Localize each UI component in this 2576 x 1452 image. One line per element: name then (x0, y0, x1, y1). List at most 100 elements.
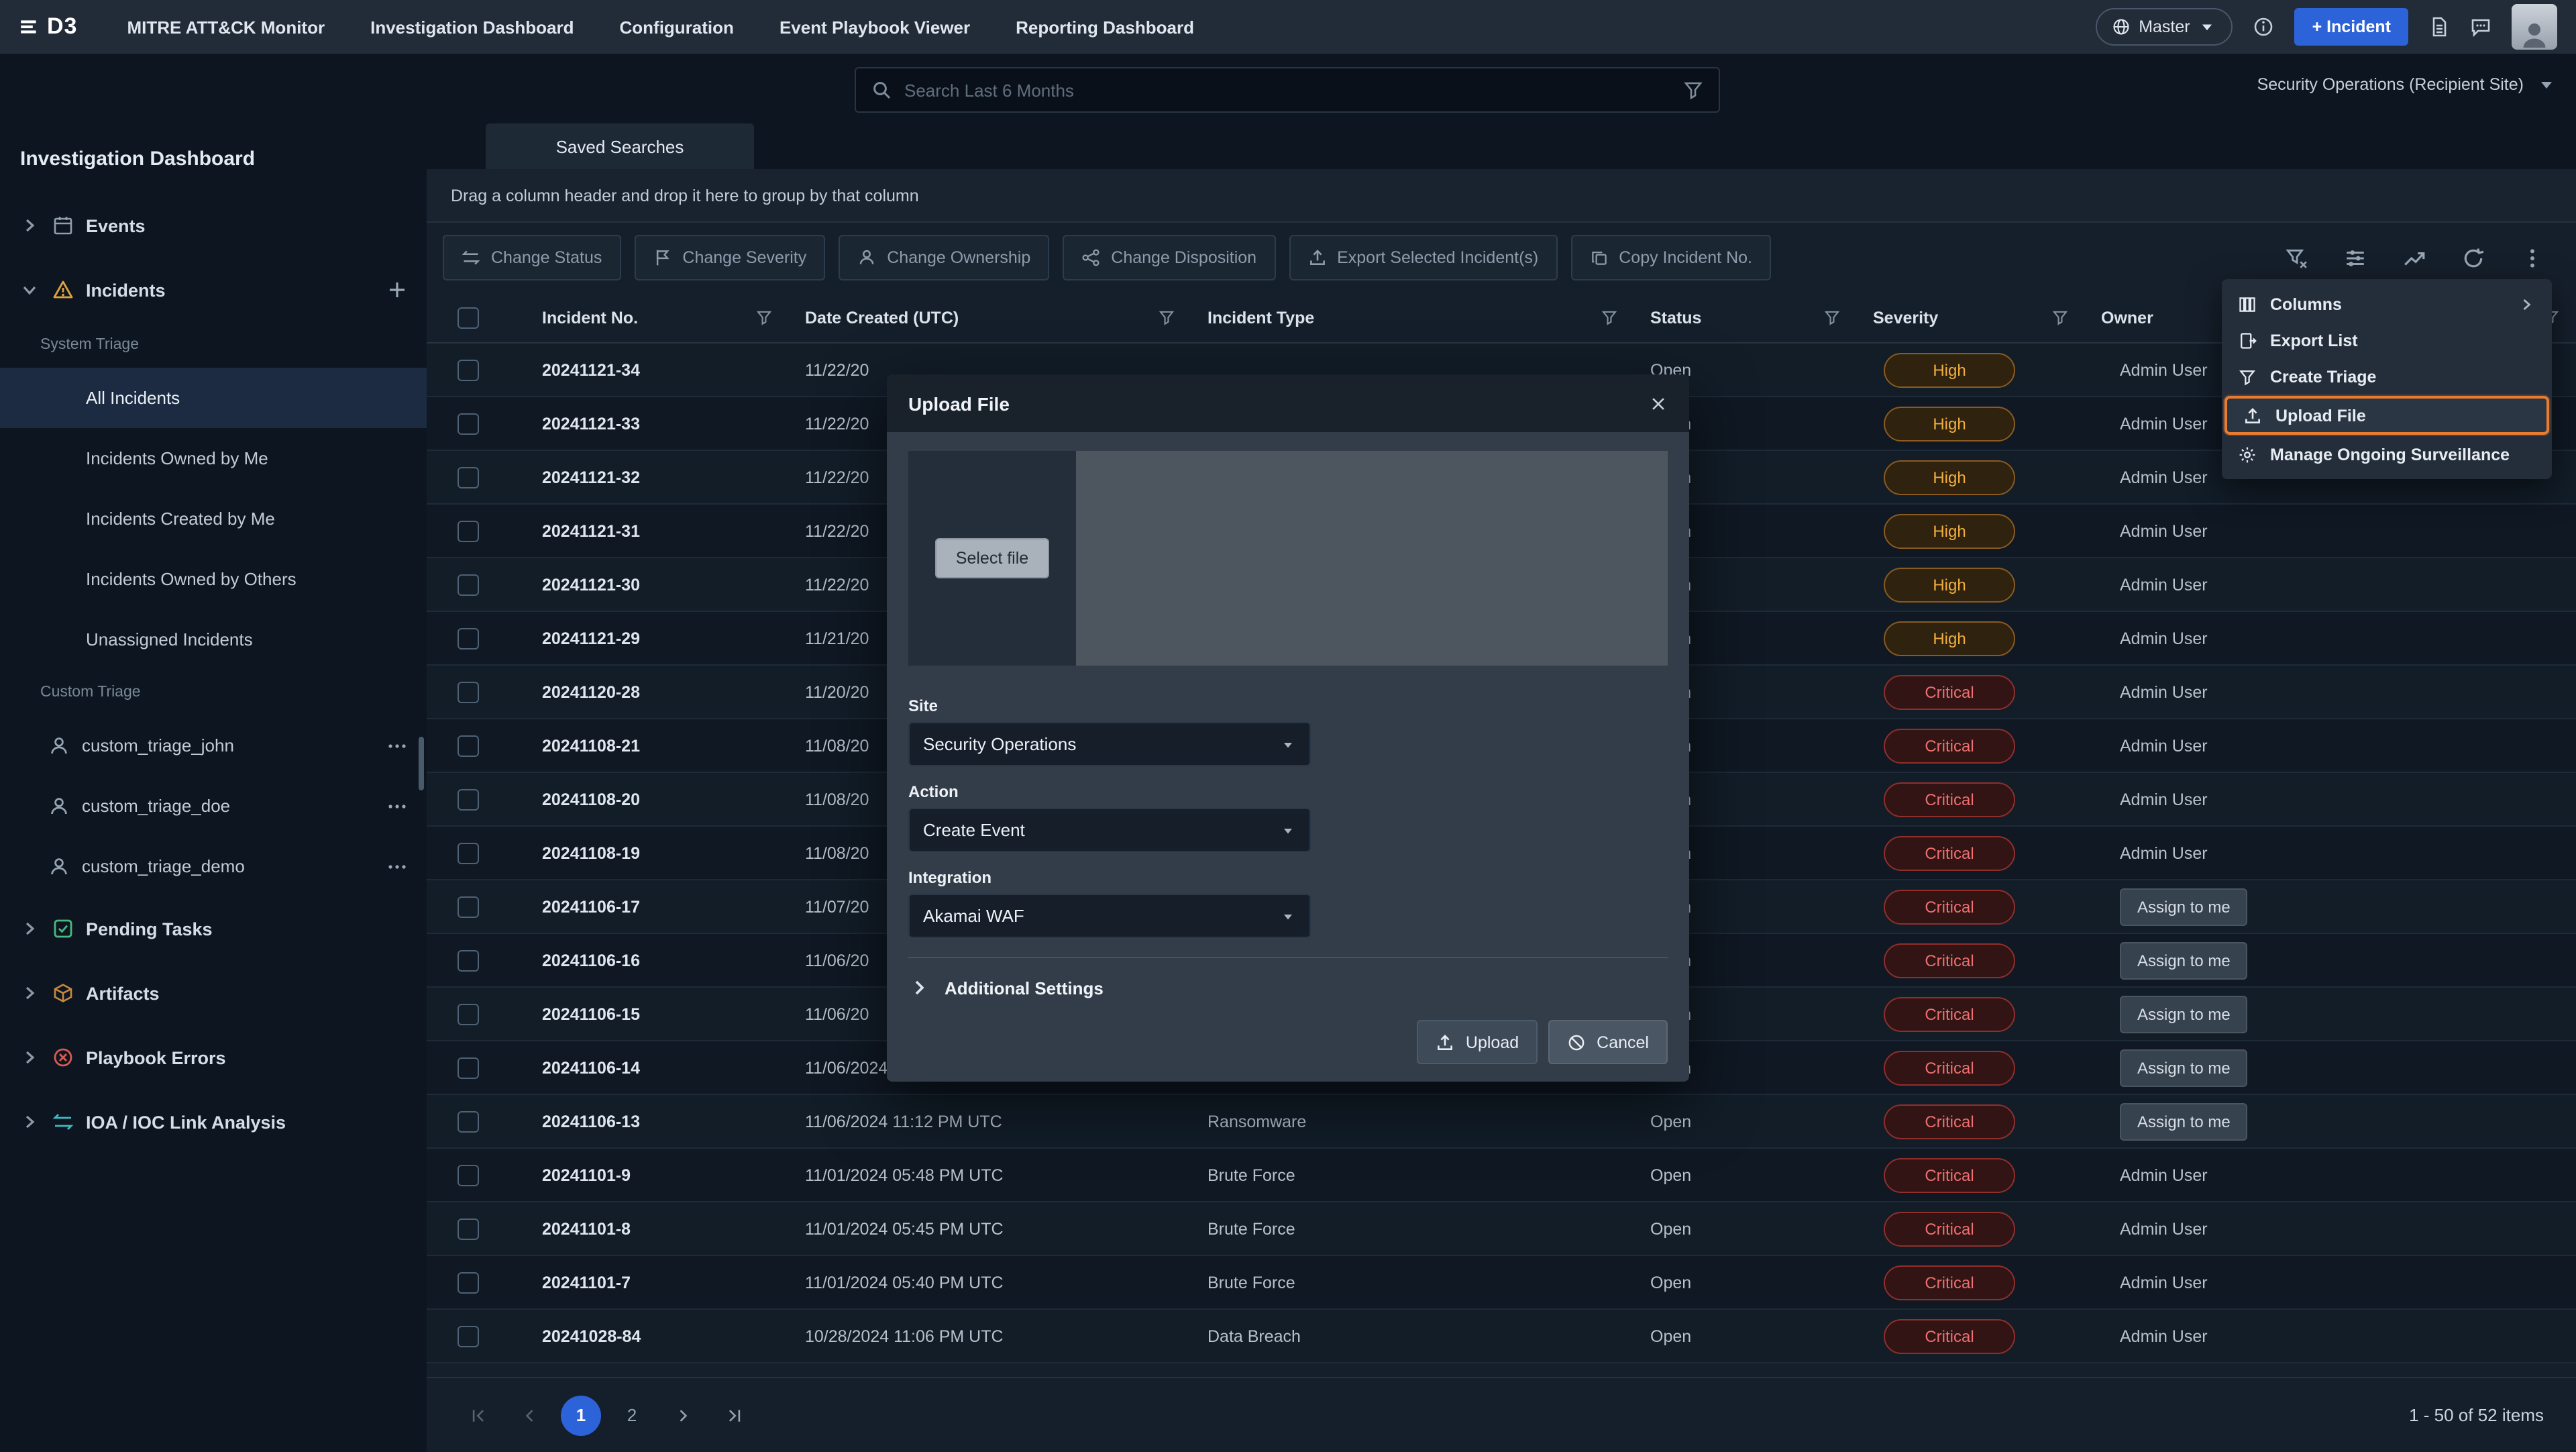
select-all-checkbox[interactable] (458, 307, 479, 328)
trend-chart-icon[interactable] (2403, 246, 2426, 269)
cell-incident-no[interactable]: 20241121-34 (510, 360, 789, 379)
additional-settings-toggle[interactable]: Additional Settings (908, 977, 1668, 998)
row-checkbox[interactable] (458, 681, 479, 703)
menu-item-columns[interactable]: Columns (2222, 286, 2552, 322)
row-checkbox[interactable] (458, 1164, 479, 1186)
column-header-severity[interactable]: Severity (1857, 293, 2085, 342)
sidebar-group-events[interactable]: Events (0, 193, 427, 258)
user-avatar[interactable] (2512, 4, 2557, 50)
sidebar-item-custom-triage-doe[interactable]: custom_triage_doe (0, 776, 427, 836)
nav-item-reporting-dashboard[interactable]: Reporting Dashboard (993, 0, 1217, 54)
sidebar-item-incidents-owned-by-others[interactable]: Incidents Owned by Others (0, 549, 427, 609)
filter-icon[interactable] (1682, 79, 1704, 101)
assign-to-me-button[interactable]: Assign to me (2120, 1049, 2248, 1086)
export-selected-incident-s-button[interactable]: Export Selected Incident(s) (1289, 235, 1557, 280)
column-header-date-created-utc[interactable]: Date Created (UTC) (789, 293, 1191, 342)
cell-incident-no[interactable]: 20241028-84 (510, 1327, 789, 1345)
search-box[interactable] (855, 67, 1720, 113)
cell-incident-no[interactable]: 20241121-30 (510, 575, 789, 594)
row-checkbox[interactable] (458, 788, 479, 810)
assign-to-me-button[interactable]: Assign to me (2120, 941, 2248, 979)
page-last-button[interactable] (714, 1395, 754, 1435)
site-select[interactable]: Security Operations (908, 722, 1311, 766)
more-h-icon[interactable] (386, 855, 408, 877)
sidebar-group-incidents[interactable]: Incidents (0, 258, 427, 322)
cell-incident-no[interactable]: 20241101-9 (510, 1165, 789, 1184)
row-checkbox[interactable] (458, 1057, 479, 1078)
cell-incident-no[interactable]: 20241120-28 (510, 682, 789, 701)
row-checkbox[interactable] (458, 520, 479, 541)
sidebar-group-ioa-ioc-link-analysis[interactable]: IOA / IOC Link Analysis (0, 1090, 427, 1154)
cell-incident-no[interactable]: 20241108-21 (510, 736, 789, 755)
page-button-1[interactable]: 1 (561, 1395, 601, 1435)
assign-to-me-button[interactable]: Assign to me (2120, 888, 2248, 925)
site-selector[interactable]: Security Operations (Recipient Site) (2257, 74, 2557, 95)
row-checkbox[interactable] (458, 735, 479, 756)
change-status-button[interactable]: Change Status (443, 235, 621, 280)
row-checkbox[interactable] (458, 896, 479, 917)
change-severity-button[interactable]: Change Severity (634, 235, 825, 280)
sidebar-group-pending-tasks[interactable]: Pending Tasks (0, 896, 427, 961)
copy-incident-no-button[interactable]: Copy Incident No. (1570, 235, 1771, 280)
cell-incident-no[interactable]: 20241101-8 (510, 1219, 789, 1238)
document-icon[interactable] (2428, 16, 2450, 38)
column-settings-icon[interactable] (2344, 246, 2367, 269)
clear-filter-icon[interactable] (2285, 246, 2308, 269)
info-icon[interactable] (2253, 16, 2275, 38)
cell-incident-no[interactable]: 20241108-19 (510, 843, 789, 862)
cell-incident-no[interactable]: 20241106-17 (510, 897, 789, 916)
menu-item-create-triage[interactable]: Create Triage (2222, 358, 2552, 395)
menu-item-manage-ongoing-surveillance[interactable]: Manage Ongoing Surveillance (2222, 436, 2552, 472)
column-header-incident-type[interactable]: Incident Type (1191, 293, 1634, 342)
sidebar-group-artifacts[interactable]: Artifacts (0, 961, 427, 1025)
row-checkbox[interactable] (458, 1110, 479, 1132)
row-checkbox[interactable] (458, 1325, 479, 1347)
row-checkbox[interactable] (458, 842, 479, 864)
assign-to-me-button[interactable]: Assign to me (2120, 1102, 2248, 1140)
cancel-button[interactable]: Cancel (1548, 1020, 1668, 1064)
cell-incident-no[interactable]: 20241121-33 (510, 414, 789, 433)
search-input[interactable] (904, 80, 1670, 100)
cell-incident-no[interactable]: 20241106-13 (510, 1112, 789, 1131)
tab-saved-searches[interactable]: Saved Searches (486, 123, 754, 169)
more-h-icon[interactable] (386, 795, 408, 817)
row-checkbox[interactable] (458, 1272, 479, 1293)
master-selector[interactable]: Master (2096, 8, 2233, 46)
upload-button[interactable]: Upload (1417, 1020, 1538, 1064)
row-checkbox[interactable] (458, 413, 479, 434)
menu-item-export-list[interactable]: Export List (2222, 322, 2552, 358)
nav-item-mitre-att-ck-monitor[interactable]: MITRE ATT&CK Monitor (104, 0, 347, 54)
sidebar-item-incidents-owned-by-me[interactable]: Incidents Owned by Me (0, 428, 427, 488)
assign-to-me-button[interactable]: Assign to me (2120, 995, 2248, 1033)
sidebar-item-custom-triage-demo[interactable]: custom_triage_demo (0, 836, 427, 896)
sidebar-item-unassigned-incidents[interactable]: Unassigned Incidents (0, 609, 427, 670)
row-checkbox[interactable] (458, 1003, 479, 1025)
change-disposition-button[interactable]: Change Disposition (1063, 235, 1275, 280)
cell-incident-no[interactable]: 20241106-15 (510, 1004, 789, 1023)
action-select[interactable]: Create Event (908, 808, 1311, 852)
cell-incident-no[interactable]: 20241106-16 (510, 951, 789, 970)
sidebar-scrollbar[interactable] (419, 737, 424, 790)
refresh-icon[interactable] (2462, 246, 2485, 269)
cell-incident-no[interactable]: 20241108-20 (510, 790, 789, 809)
sidebar-item-incidents-created-by-me[interactable]: Incidents Created by Me (0, 488, 427, 549)
chat-icon[interactable] (2470, 16, 2491, 38)
select-file-button[interactable]: Select file (936, 538, 1049, 578)
funnel-icon[interactable] (1823, 309, 1841, 326)
nav-item-investigation-dashboard[interactable]: Investigation Dashboard (347, 0, 596, 54)
sidebar-group-playbook-errors[interactable]: Playbook Errors (0, 1025, 427, 1090)
sidebar-item-custom-triage-john[interactable]: custom_triage_john (0, 715, 427, 776)
app-logo[interactable]: D3 (19, 13, 77, 40)
page-prev-button[interactable] (510, 1395, 550, 1435)
file-dropzone[interactable]: Select file (908, 451, 1668, 666)
funnel-icon[interactable] (2051, 309, 2069, 326)
nav-item-configuration[interactable]: Configuration (597, 0, 757, 54)
row-checkbox[interactable] (458, 1218, 479, 1239)
funnel-icon[interactable] (1158, 309, 1175, 326)
column-header-incident-no[interactable]: Incident No. (510, 293, 789, 342)
row-checkbox[interactable] (458, 574, 479, 595)
column-header-status[interactable]: Status (1634, 293, 1857, 342)
more-menu-icon[interactable] (2521, 246, 2544, 269)
cell-incident-no[interactable]: 20241121-32 (510, 468, 789, 486)
change-ownership-button[interactable]: Change Ownership (839, 235, 1049, 280)
